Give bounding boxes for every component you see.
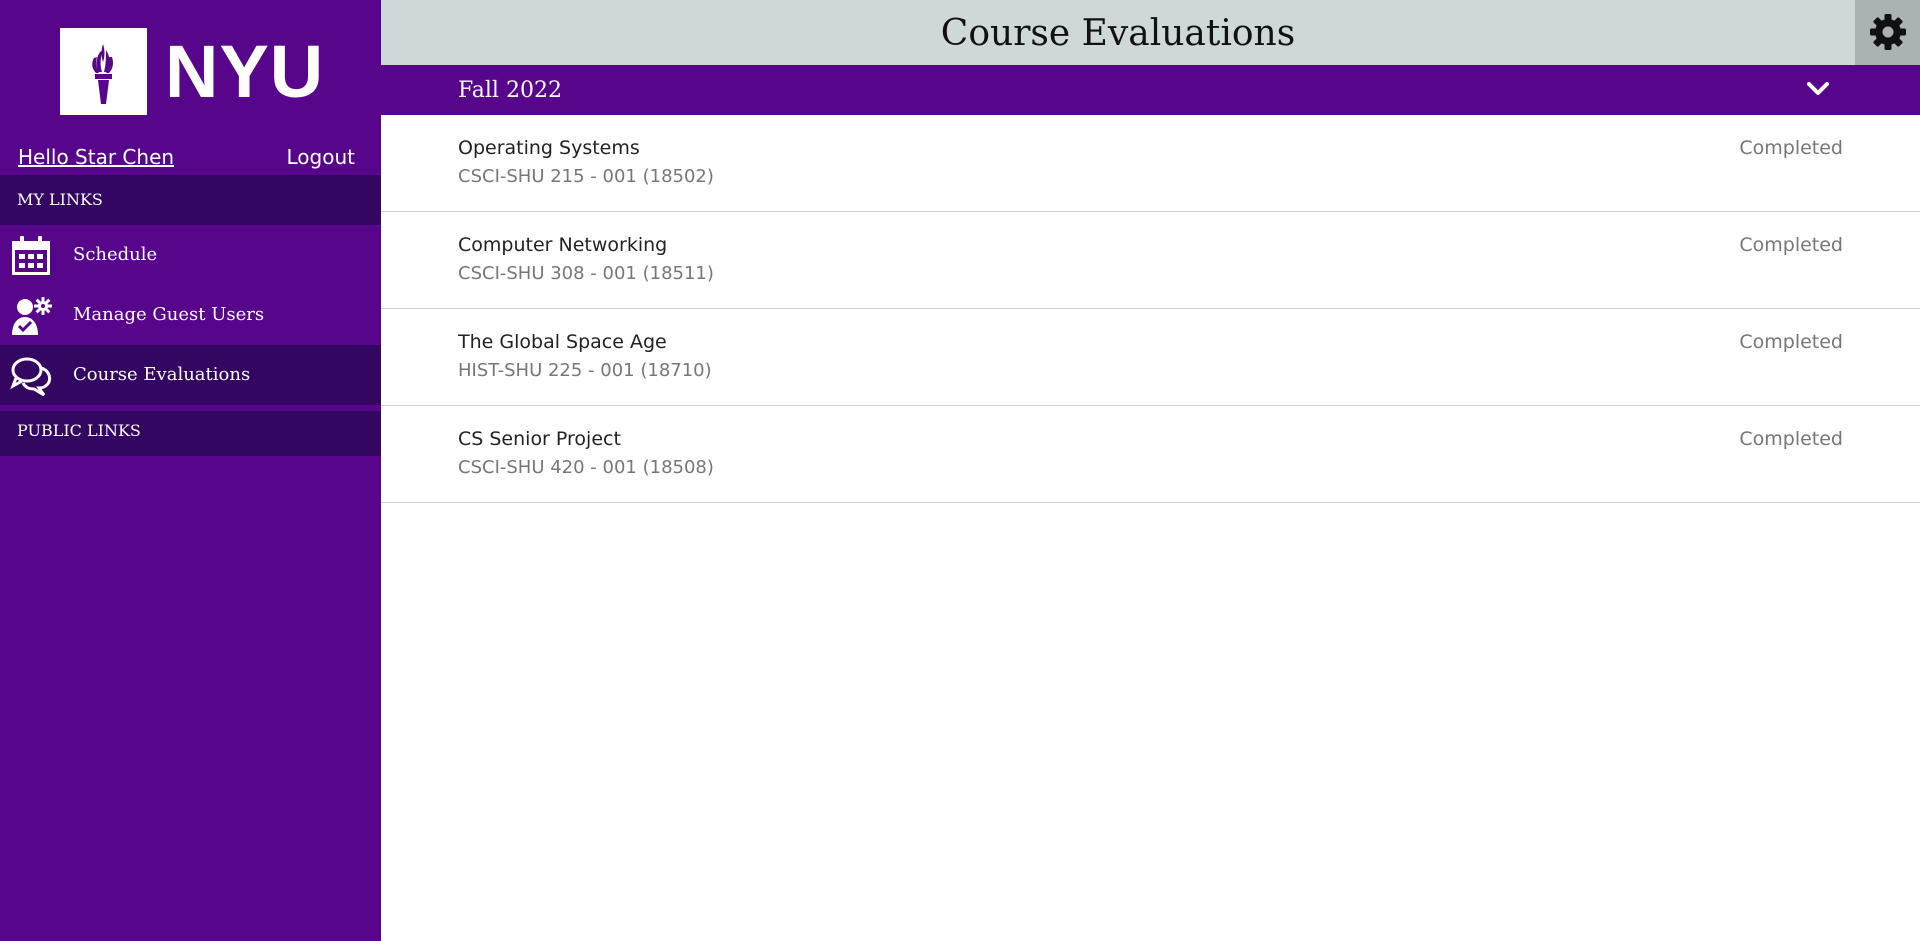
page-title: Course Evaluations	[940, 13, 1296, 54]
sidebar-item-manage-guest-users[interactable]: Manage Guest Users	[0, 285, 381, 345]
course-list: Operating Systems CSCI-SHU 215 - 001 (18…	[381, 115, 1920, 503]
course-code: HIST-SHU 225 - 001 (18710)	[458, 360, 712, 381]
course-status: Completed	[1739, 137, 1843, 159]
chevron-down-icon	[1807, 82, 1829, 95]
user-greeting-link[interactable]: Hello Star Chen	[18, 145, 174, 169]
guest-user-settings-icon	[12, 297, 52, 335]
course-code: CSCI-SHU 420 - 001 (18508)	[458, 457, 714, 478]
sidebar-item-schedule[interactable]: Schedule	[0, 225, 381, 285]
course-code: CSCI-SHU 308 - 001 (18511)	[458, 263, 714, 284]
sidebar-item-label: Schedule	[73, 244, 158, 265]
course-name: CS Senior Project	[458, 428, 621, 450]
page-header: Course Evaluations	[381, 0, 1855, 65]
logout-link[interactable]: Logout	[287, 145, 355, 169]
term-selector[interactable]: Fall 2022	[381, 65, 1920, 115]
course-name: The Global Space Age	[458, 331, 667, 353]
nyu-logo[interactable]	[60, 28, 147, 115]
chat-bubbles-icon	[10, 357, 52, 397]
settings-button[interactable]	[1855, 0, 1920, 65]
sidebar-item-course-evaluations[interactable]: Course Evaluations	[0, 345, 381, 405]
course-row[interactable]: Computer Networking CSCI-SHU 308 - 001 (…	[381, 212, 1920, 309]
course-row[interactable]: The Global Space Age HIST-SHU 225 - 001 …	[381, 309, 1920, 406]
course-name: Operating Systems	[458, 137, 640, 159]
term-label: Fall 2022	[458, 78, 562, 103]
torch-icon	[92, 44, 113, 104]
course-name: Computer Networking	[458, 234, 668, 256]
course-status: Completed	[1739, 428, 1843, 450]
course-code: CSCI-SHU 215 - 001 (18502)	[458, 166, 714, 187]
sidebar-item-label: Manage Guest Users	[73, 304, 265, 325]
course-status: Completed	[1739, 331, 1843, 353]
course-row[interactable]: Operating Systems CSCI-SHU 215 - 001 (18…	[381, 115, 1920, 212]
my-links-header: MY LINKS	[0, 175, 381, 225]
course-row[interactable]: CS Senior Project CSCI-SHU 420 - 001 (18…	[381, 406, 1920, 503]
nyu-wordmark: NYU	[165, 30, 325, 113]
sidebar: NYU Hello Star Chen Logout MY LINKS Sche…	[0, 0, 381, 941]
user-row: Hello Star Chen Logout	[0, 145, 381, 175]
public-links-header: PUBLIC LINKS	[0, 411, 381, 456]
course-status: Completed	[1739, 234, 1843, 256]
sidebar-item-label: Course Evaluations	[73, 364, 251, 385]
calendar-icon	[12, 236, 50, 275]
gear-icon	[1870, 14, 1906, 50]
